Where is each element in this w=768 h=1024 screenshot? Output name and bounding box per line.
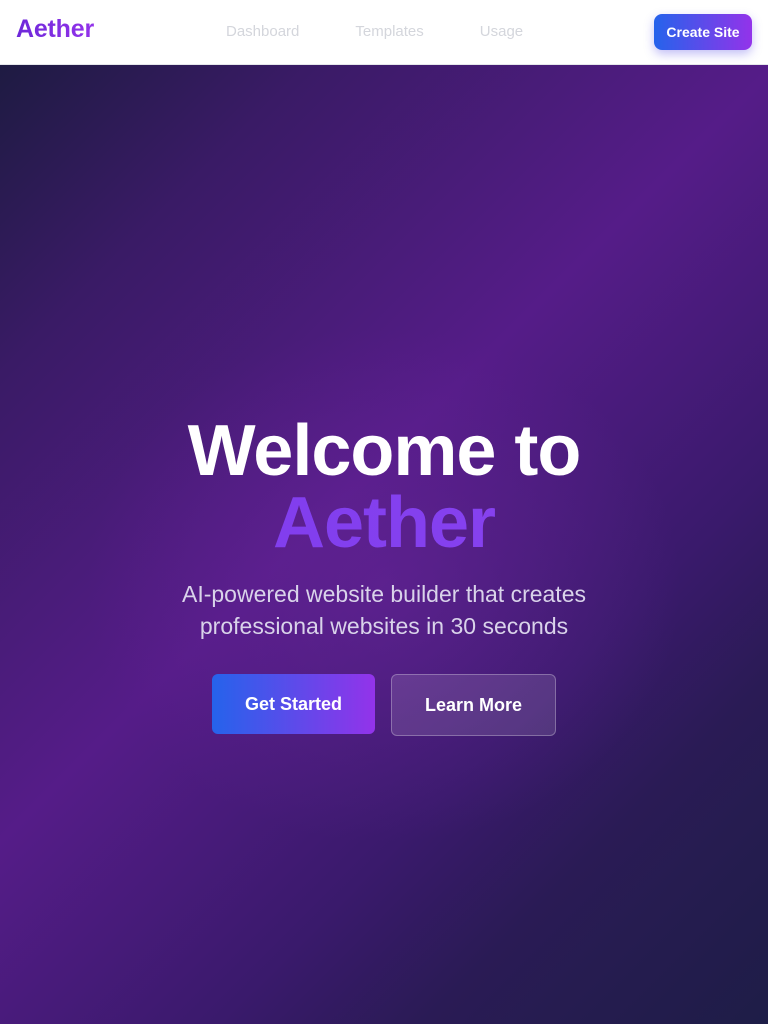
main-nav: Dashboard Templates Usage [226, 23, 523, 40]
brand-logo[interactable]: Aether [16, 15, 94, 44]
hero-title-brand: Aether [0, 487, 768, 559]
get-started-button[interactable]: Get Started [212, 674, 375, 734]
learn-more-button[interactable]: Learn More [391, 674, 556, 736]
hero-title: Welcome to Aether [0, 415, 768, 559]
hero-title-line1: Welcome to [187, 411, 582, 491]
hero-subtitle: AI-powered website builder that creates … [182, 581, 586, 639]
top-navbar: Aether Dashboard Templates Usage Create … [0, 0, 768, 65]
hero-section: Welcome to Aether AI-powered website bui… [0, 65, 768, 1024]
create-site-button[interactable]: Create Site [654, 14, 752, 50]
nav-link-dashboard[interactable]: Dashboard [226, 23, 299, 40]
nav-link-usage[interactable]: Usage [480, 23, 523, 40]
nav-link-templates[interactable]: Templates [355, 23, 423, 40]
